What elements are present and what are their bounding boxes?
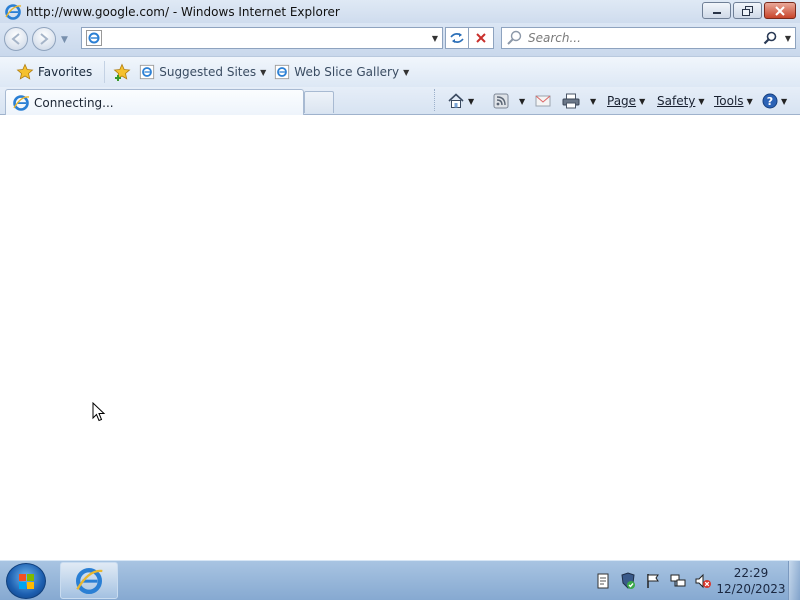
search-provider-icon: [507, 30, 522, 45]
system-tray: [594, 569, 719, 593]
flag-icon[interactable]: [644, 572, 662, 590]
new-tab-button[interactable]: [304, 91, 334, 113]
chevron-down-icon: ▼: [698, 96, 705, 106]
address-bar: ▼: [81, 27, 443, 49]
restore-icon: [741, 5, 753, 16]
command-separator: [434, 89, 436, 111]
ie-logo-icon: [13, 94, 30, 111]
search-button[interactable]: [759, 31, 781, 45]
home-button[interactable]: ▼: [447, 91, 474, 111]
close-icon: [775, 5, 785, 16]
read-mail-button[interactable]: [535, 91, 551, 111]
clock-time: 22:29: [733, 566, 769, 580]
taskbar-ie-button[interactable]: [60, 562, 118, 599]
tools-menu-label: Tools: [714, 94, 744, 108]
web-slice-gallery-label: Web Slice Gallery: [294, 65, 400, 79]
address-input[interactable]: [106, 29, 428, 47]
feeds-button[interactable]: ▼: [493, 91, 525, 111]
back-button[interactable]: [4, 27, 28, 51]
minimize-icon: [712, 11, 721, 14]
system-clock[interactable]: 22:29 12/20/2023: [716, 565, 786, 597]
favorites-separator: [104, 61, 106, 83]
search-options-dropdown[interactable]: ▼: [781, 34, 795, 43]
ie-logo-icon: [5, 3, 22, 20]
help-button[interactable]: ? ▼: [762, 91, 787, 111]
chevron-down-icon: ▼: [403, 67, 410, 77]
safety-menu[interactable]: Safety ▼: [657, 91, 705, 111]
print-button[interactable]: ▼: [562, 91, 596, 111]
safety-menu-label: Safety: [657, 94, 696, 108]
favorites-button[interactable]: Favorites: [14, 60, 98, 84]
tab-current[interactable]: Connecting...: [5, 89, 304, 115]
home-icon: [448, 93, 464, 108]
tab-label: Connecting...: [34, 95, 114, 110]
restore-button[interactable]: [733, 2, 762, 19]
ie-page-icon: [86, 30, 102, 46]
favorites-bar: Favorites Suggested Sites ▼ Web Slice Ga…: [0, 56, 800, 87]
address-dropdown[interactable]: ▼: [428, 34, 442, 43]
suggested-sites-label: Suggested Sites: [159, 65, 257, 79]
chevron-down-icon[interactable]: ▼: [519, 97, 525, 106]
favorites-label: Favorites: [38, 65, 93, 79]
clock-date: 12/20/2023: [716, 582, 786, 596]
chevron-down-icon: ▼: [260, 67, 267, 77]
magnifier-icon: [763, 31, 777, 45]
windows-logo-icon: [19, 574, 34, 589]
add-favorite-icon: [113, 63, 131, 81]
refresh-icon: [450, 33, 464, 43]
navigation-bar: ▼ ▼ ▼: [0, 23, 800, 56]
svg-text:?: ?: [767, 95, 773, 108]
chevron-down-icon: ▼: [781, 96, 788, 106]
rss-icon: [493, 93, 509, 109]
taskbar: 22:29 12/20/2023: [0, 560, 800, 600]
chevron-down-icon: ▼: [639, 96, 646, 106]
refresh-button[interactable]: [445, 27, 469, 49]
web-slice-gallery-link[interactable]: Web Slice Gallery ▼: [274, 64, 409, 80]
mail-icon: [535, 95, 551, 107]
help-icon: ?: [762, 93, 778, 109]
suggested-sites-link[interactable]: Suggested Sites ▼: [139, 64, 266, 80]
page-menu-label: Page: [607, 94, 637, 108]
window-title: http://www.google.com/ - Windows Interne…: [26, 4, 340, 19]
close-button[interactable]: [764, 2, 796, 19]
chevron-down-icon[interactable]: ▼: [468, 97, 474, 106]
ie-page-icon: [275, 64, 290, 80]
chevron-down-icon[interactable]: ▼: [590, 97, 596, 106]
network-icon[interactable]: [669, 572, 687, 590]
security-shield-icon[interactable]: [619, 572, 637, 590]
show-desktop-button[interactable]: [788, 561, 800, 600]
tools-menu[interactable]: Tools ▼: [714, 91, 753, 111]
print-icon: [562, 93, 580, 109]
search-input[interactable]: [528, 29, 759, 47]
title-bar: http://www.google.com/ - Windows Interne…: [0, 0, 800, 23]
tab-command-bar: Connecting... ▼ ▼ ▼ Page ▼ Safety ▼ Tool…: [0, 87, 800, 115]
search-box: ▼: [501, 27, 796, 49]
ie-page-icon: [140, 64, 155, 80]
mouse-cursor-icon: [92, 402, 106, 422]
back-arrow-icon: [11, 33, 20, 45]
page-content-area[interactable]: [0, 115, 800, 560]
start-button[interactable]: [6, 563, 46, 599]
action-center-icon[interactable]: [594, 572, 612, 590]
forward-button[interactable]: [32, 27, 56, 51]
stop-icon: [476, 33, 486, 43]
favorites-star-icon: [16, 63, 34, 80]
page-menu[interactable]: Page ▼: [607, 91, 645, 111]
stop-button[interactable]: [469, 27, 494, 49]
add-to-favorites-bar-button[interactable]: [113, 63, 131, 81]
forward-arrow-icon: [40, 33, 49, 45]
chevron-down-icon: ▼: [746, 96, 753, 106]
ie-logo-icon: [76, 567, 103, 594]
volume-muted-icon[interactable]: [694, 572, 712, 590]
minimize-button[interactable]: [702, 2, 731, 19]
recent-pages-dropdown[interactable]: ▼: [61, 35, 68, 45]
